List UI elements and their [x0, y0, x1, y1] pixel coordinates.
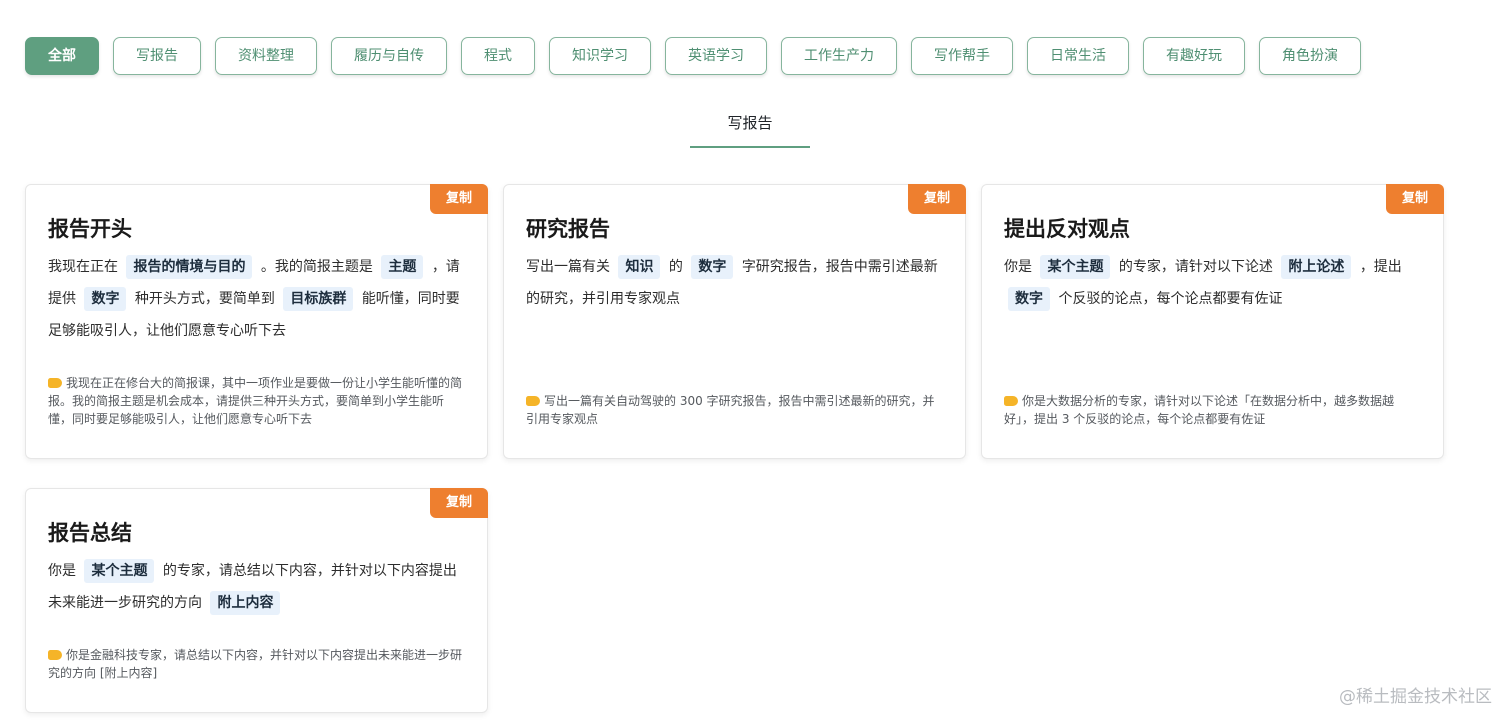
filter-chip-knowledge[interactable]: 知识学习 — [549, 37, 651, 75]
placeholder-pill: 附上论述 — [1281, 255, 1352, 279]
filter-chip-english[interactable]: 英语学习 — [665, 37, 767, 75]
example-text: 写出一篇有关自动驾驶的 300 字研究报告，报告中需引述最新的研究，并引用专家观… — [526, 394, 935, 426]
prompt-text: 种开头方式，要简单到 — [134, 291, 275, 307]
placeholder-pill: 某个主题 — [1040, 255, 1111, 279]
card-prompt: 你是 某个主题 的专家，请总结以下内容，并针对以下内容提出未来能进一步研究的方向… — [48, 555, 465, 619]
filter-chip-report[interactable]: 写报告 — [113, 37, 201, 75]
prompt-text: 你是 — [1004, 259, 1032, 275]
prompt-text: 你是 — [48, 563, 76, 579]
copy-button[interactable]: 复制 — [1386, 184, 1444, 214]
card-prompt: 你是 某个主题 的专家，请针对以下论述 附上论述 ，提出 数字 个反驳的论点，每… — [1004, 251, 1421, 315]
placeholder-pill: 数字 — [84, 287, 127, 311]
pointing-hand-icon — [48, 378, 62, 388]
placeholder-pill: 目标族群 — [283, 287, 354, 311]
placeholder-pill: 附上内容 — [210, 591, 281, 615]
copy-button[interactable]: 复制 — [908, 184, 966, 214]
prompt-text: 我现在正在 — [48, 259, 118, 275]
filter-chip-roleplay[interactable]: 角色扮演 — [1259, 37, 1361, 75]
card-example: 我现在正在修台大的简报课，其中一项作业是要做一份让小学生能听懂的简报。我的简报主… — [48, 374, 465, 428]
pointing-hand-icon — [48, 650, 62, 660]
pointing-hand-icon — [526, 396, 540, 406]
card-title: 提出反对观点 — [1004, 217, 1130, 241]
card-prompt: 我现在正在 报告的情境与目的 。我的简报主题是 主题 ，请提供 数字 种开头方式… — [48, 251, 465, 347]
filter-chip-programming[interactable]: 程式 — [461, 37, 535, 75]
filter-chip-daily-life[interactable]: 日常生活 — [1027, 37, 1129, 75]
prompt-text: 个反驳的论点，每个论点都要有佐证 — [1058, 291, 1283, 307]
prompt-text: 。我的简报主题是 — [260, 259, 373, 275]
card-example: 你是大数据分析的专家，请针对以下论述「在数据分析中，越多数据越好」，提出 3 个… — [1004, 392, 1421, 428]
prompt-card-counter-argument: 复制 提出反对观点 你是 某个主题 的专家，请针对以下论述 附上论述 ，提出 数… — [981, 184, 1444, 459]
example-text: 我现在正在修台大的简报课，其中一项作业是要做一份让小学生能听懂的简报。我的简报主… — [48, 376, 463, 426]
copy-button[interactable]: 复制 — [430, 184, 488, 214]
category-filter-bar: 全部 写报告 资料整理 履历与自传 程式 知识学习 英语学习 工作生产力 写作帮… — [25, 37, 1361, 75]
placeholder-pill: 报告的情境与目的 — [126, 255, 253, 279]
card-prompt: 写出一篇有关 知识 的 数字 字研究报告，报告中需引述最新的研究，并引用专家观点 — [526, 251, 943, 315]
filter-chip-productivity[interactable]: 工作生产力 — [781, 37, 897, 75]
section-title: 写报告 — [690, 112, 810, 148]
copy-button[interactable]: 复制 — [430, 488, 488, 518]
card-example: 你是金融科技专家，请总结以下内容，并针对以下内容提出未来能进一步研究的方向 [附… — [48, 646, 465, 682]
pointing-hand-icon — [1004, 396, 1018, 406]
placeholder-pill: 数字 — [691, 255, 734, 279]
prompt-card-report-summary: 复制 报告总结 你是 某个主题 的专家，请总结以下内容，并针对以下内容提出未来能… — [25, 488, 488, 713]
prompt-card-report-opening: 复制 报告开头 我现在正在 报告的情境与目的 。我的简报主题是 主题 ，请提供 … — [25, 184, 488, 459]
filter-chip-writing[interactable]: 写作帮手 — [911, 37, 1013, 75]
card-example: 写出一篇有关自动驾驶的 300 字研究报告，报告中需引述最新的研究，并引用专家观… — [526, 392, 943, 428]
example-text: 你是金融科技专家，请总结以下内容，并针对以下内容提出未来能进一步研究的方向 [附… — [48, 648, 463, 680]
prompt-text: 的专家，请针对以下论述 — [1118, 259, 1273, 275]
filter-chip-resume[interactable]: 履历与自传 — [331, 37, 447, 75]
example-text: 你是大数据分析的专家，请针对以下论述「在数据分析中，越多数据越好」，提出 3 个… — [1004, 394, 1395, 426]
card-title: 研究报告 — [526, 217, 610, 241]
filter-chip-fun[interactable]: 有趣好玩 — [1143, 37, 1245, 75]
filter-chip-data-organize[interactable]: 资料整理 — [215, 37, 317, 75]
prompt-text: ，提出 — [1359, 259, 1402, 275]
prompt-text: 写出一篇有关 — [526, 259, 610, 275]
card-title: 报告总结 — [48, 521, 132, 545]
placeholder-pill: 某个主题 — [84, 559, 155, 583]
filter-chip-all[interactable]: 全部 — [25, 37, 99, 75]
prompt-card-research-report: 复制 研究报告 写出一篇有关 知识 的 数字 字研究报告，报告中需引述最新的研究… — [503, 184, 966, 459]
placeholder-pill: 数字 — [1008, 287, 1050, 311]
prompt-text: 的 — [668, 259, 683, 275]
card-title: 报告开头 — [48, 217, 132, 241]
watermark: @稀土掘金技术社区 — [1339, 687, 1492, 707]
placeholder-pill: 知识 — [618, 255, 661, 279]
placeholder-pill: 主题 — [381, 255, 424, 279]
